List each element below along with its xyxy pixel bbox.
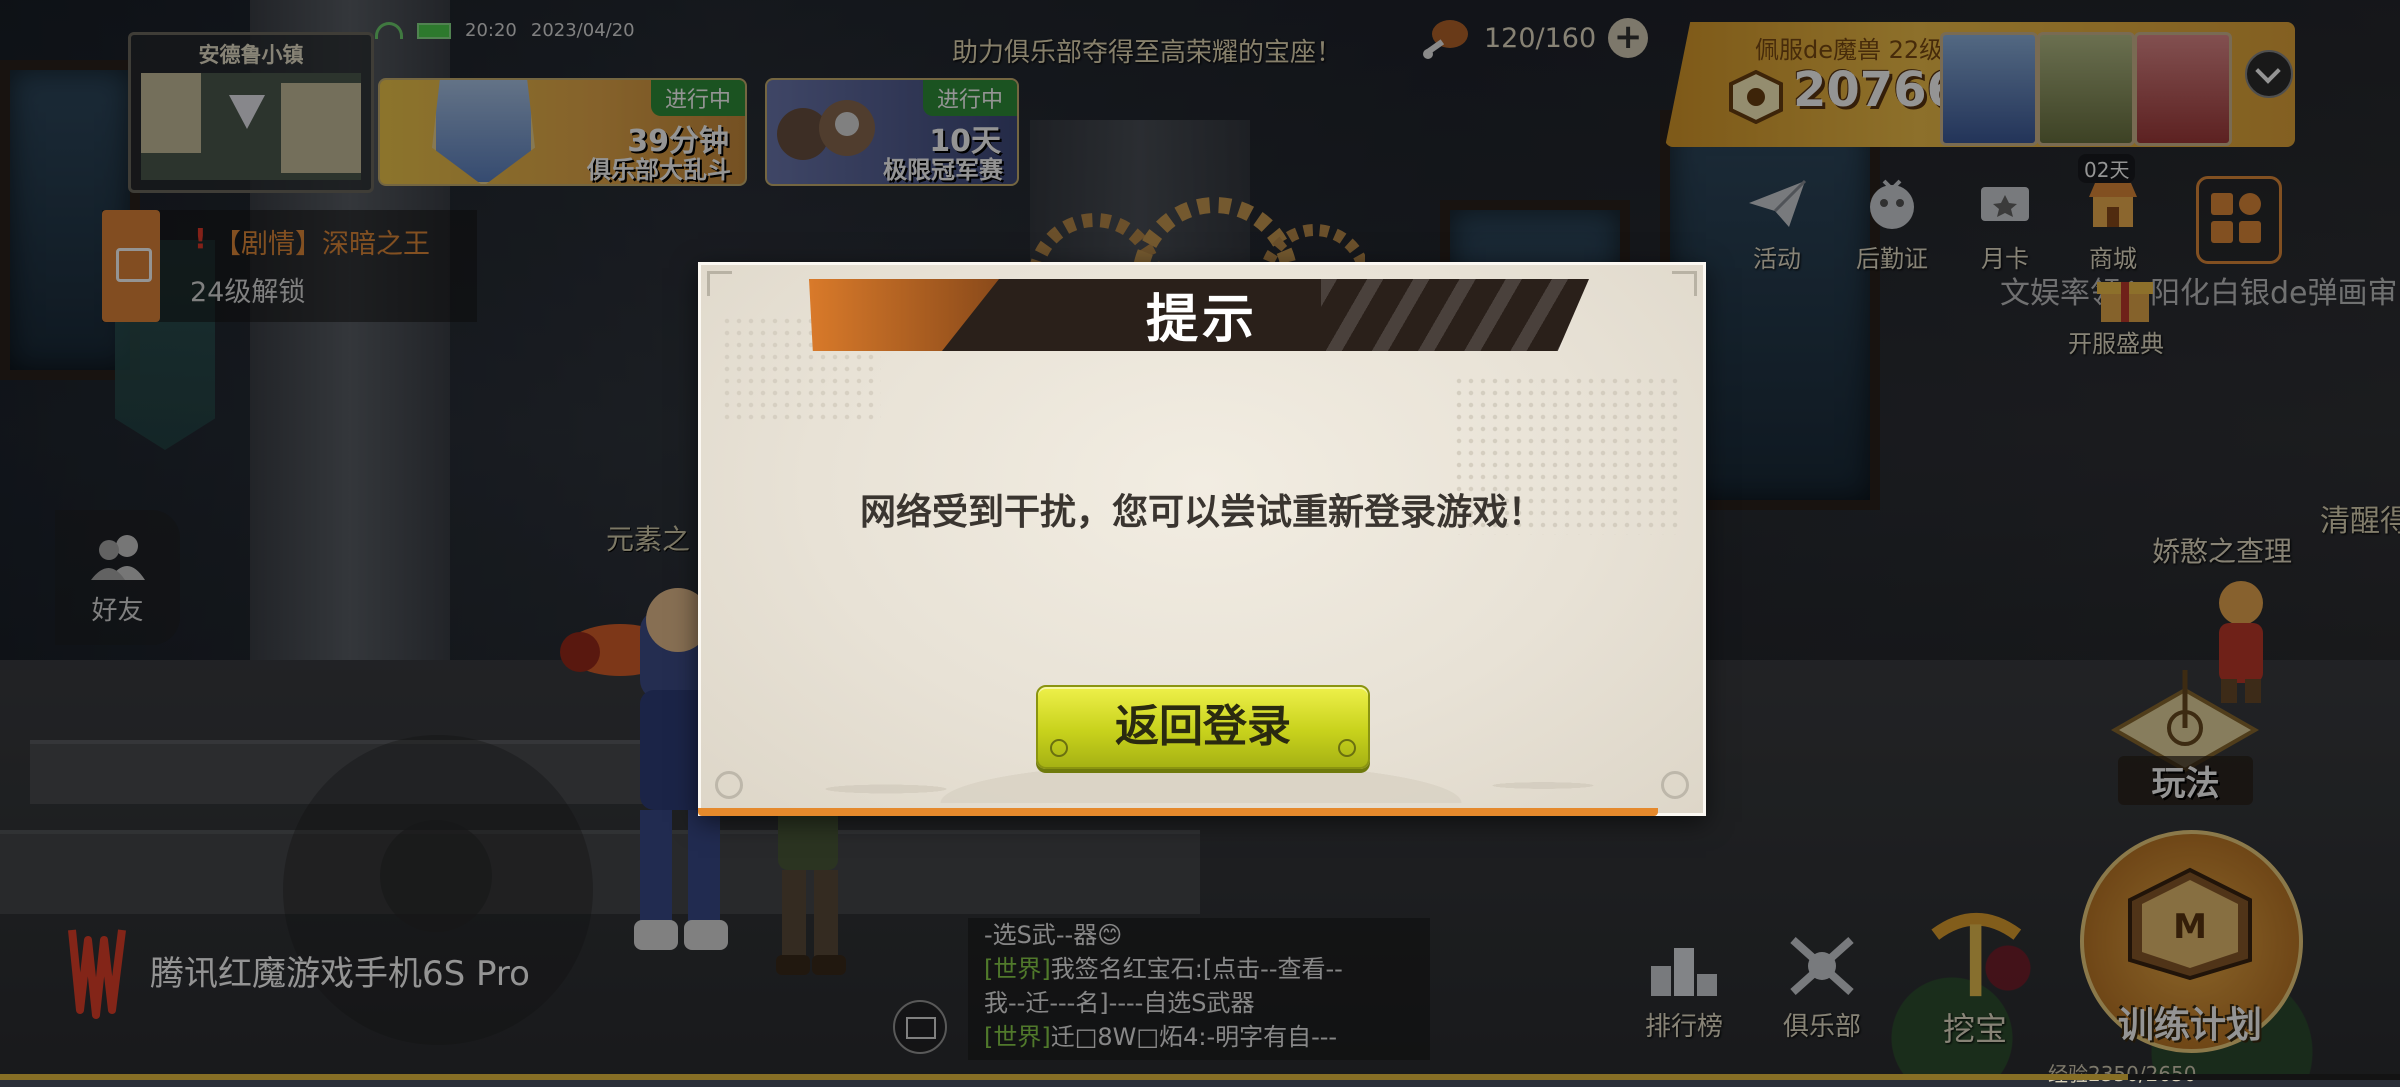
dialog-accent-line: [698, 808, 1658, 816]
return-to-login-button[interactable]: 返回登录: [1036, 685, 1370, 769]
dialog-title: 提示: [1145, 290, 1258, 350]
screw-icon: [1661, 771, 1689, 799]
screw-icon: [1050, 739, 1068, 757]
screw-icon: [1338, 739, 1356, 757]
return-to-login-label: 返回登录: [1115, 701, 1291, 752]
screw-icon: [715, 771, 743, 799]
network-error-dialog: 提示 网络受到干扰，您可以尝试重新登录游戏！ 返回登录: [698, 262, 1706, 816]
dialog-message: 网络受到干扰，您可以尝试重新登录游戏！: [859, 492, 1544, 533]
